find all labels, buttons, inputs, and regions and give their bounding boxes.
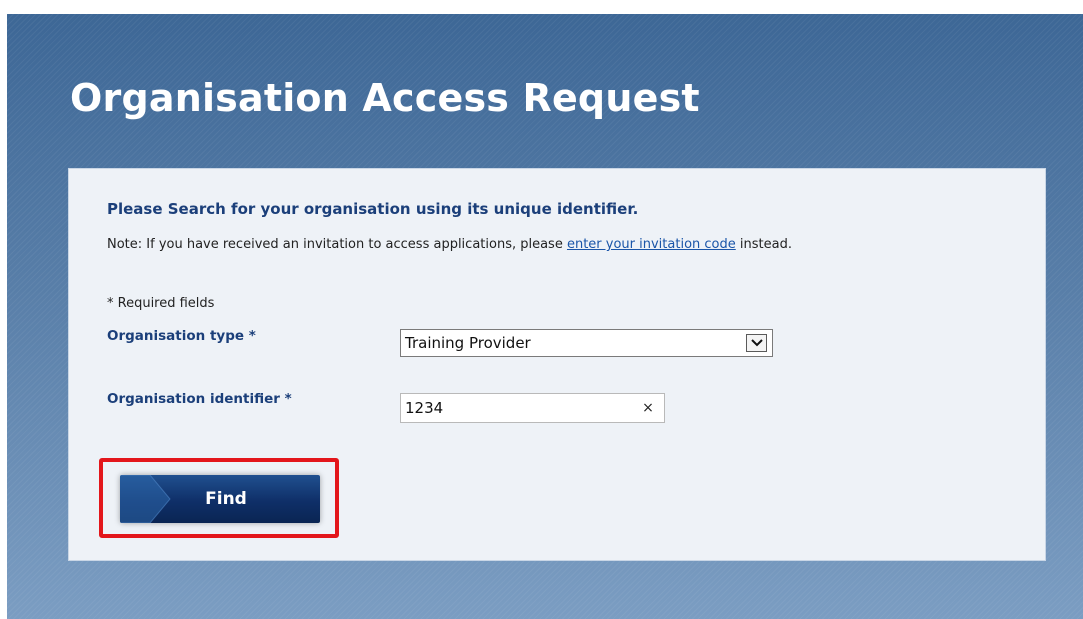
search-panel: Please Search for your organisation usin… [68,168,1046,561]
chevron-right-icon [120,475,171,523]
find-button-label: Find [205,489,247,509]
invitation-note-prefix: Note: If you have received an invitation… [107,237,567,252]
invitation-code-link[interactable]: enter your invitation code [567,237,736,252]
organisation-type-value: Training Provider [405,334,531,352]
invitation-note: Note: If you have received an invitation… [107,236,1027,254]
organisation-type-label: Organisation type * [107,328,256,344]
page-background: Organisation Access Request Please Searc… [7,14,1083,619]
organisation-identifier-value[interactable]: 1234 [401,399,638,417]
organisation-identifier-label: Organisation identifier * [107,391,292,407]
find-button-highlight: Find [99,458,339,538]
chevron-down-icon[interactable] [746,334,767,352]
organisation-identifier-input[interactable]: 1234 × [400,393,665,423]
close-icon[interactable]: × [638,398,658,418]
invitation-note-suffix: instead. [735,237,792,252]
find-button[interactable]: Find [120,475,320,523]
form-heading: Please Search for your organisation usin… [107,200,639,218]
required-fields-note: * Required fields [107,296,215,311]
organisation-type-select[interactable]: Training Provider [400,329,773,357]
page-title: Organisation Access Request [70,76,700,120]
